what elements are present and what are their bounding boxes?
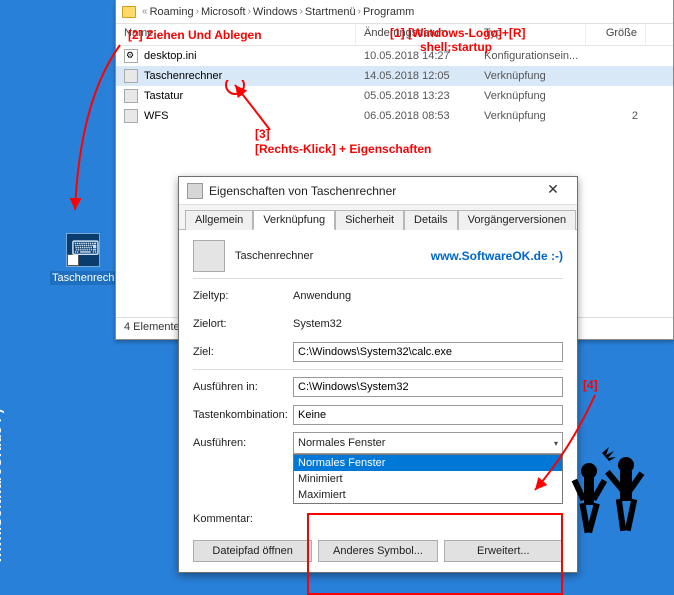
- value-zieltyp: Anwendung: [293, 290, 563, 302]
- tab-vorgaenger[interactable]: Vorgängerversionen: [458, 210, 576, 230]
- file-row[interactable]: desktop.ini10.05.2018 14:27Konfiguration…: [116, 46, 673, 66]
- file-icon: [124, 89, 138, 103]
- file-row[interactable]: WFS06.05.2018 08:53Verknüpfung2: [116, 106, 673, 126]
- calculator-icon: [187, 183, 203, 199]
- dialog-title: Eigenschaften von Taschenrechner: [209, 184, 537, 198]
- label-zieltyp: Zieltyp:: [193, 290, 293, 302]
- dialog-titlebar[interactable]: Eigenschaften von Taschenrechner ✕: [179, 177, 577, 205]
- option-minimiert[interactable]: Minimiert: [294, 471, 562, 487]
- program-icon: [193, 240, 225, 272]
- input-tasten[interactable]: [293, 405, 563, 425]
- button-erweitert[interactable]: Erweitert...: [444, 540, 563, 562]
- file-icon: [124, 49, 138, 63]
- file-row[interactable]: Taschenrechner14.05.2018 12:05Verknüpfun…: [116, 66, 673, 86]
- label-ausfuehren-in: Ausführen in:: [193, 381, 293, 393]
- program-name: Taschenrechner: [235, 250, 313, 262]
- watermark-link: www.SoftwareOK.de :-): [431, 249, 563, 263]
- option-maximiert[interactable]: Maximiert: [294, 487, 562, 503]
- decorative-figures: [554, 443, 664, 563]
- breadcrumb[interactable]: « Roaming› Microsoft› Windows› Startmenü…: [142, 6, 414, 18]
- shortcut-label: Taschenrechner: [50, 271, 116, 285]
- file-icon: [124, 69, 138, 83]
- option-normal[interactable]: Normales Fenster: [294, 455, 562, 471]
- input-ziel[interactable]: [293, 342, 563, 362]
- tab-allgemein[interactable]: Allgemein: [185, 210, 253, 230]
- explorer-toolbar: « Roaming› Microsoft› Windows› Startmenü…: [116, 0, 673, 24]
- tab-verknuepfung[interactable]: Verknüpfung: [253, 210, 335, 230]
- annotation-4: [4]: [583, 378, 598, 392]
- header-size: Größe: [586, 24, 646, 45]
- button-symbol[interactable]: Anderes Symbol...: [318, 540, 437, 562]
- tab-sicherheit[interactable]: Sicherheit: [335, 210, 404, 230]
- folder-icon: [122, 6, 136, 18]
- value-zielort: System32: [293, 318, 563, 330]
- header-type: Typ: [476, 24, 586, 45]
- dropdown-ausfuehren[interactable]: Normales Fenster ▾: [293, 432, 563, 454]
- close-button[interactable]: ✕: [537, 181, 569, 201]
- tab-details[interactable]: Details: [404, 210, 458, 230]
- input-ausfuehren-in[interactable]: [293, 377, 563, 397]
- label-kommentar: Kommentar:: [193, 513, 293, 525]
- label-ziel: Ziel:: [193, 346, 293, 358]
- dropdown-list: Normales Fenster Minimiert Maximiert: [293, 454, 563, 504]
- desktop-watermark: www.SoftwareOK.de :-): [0, 409, 4, 563]
- label-ausfuehren: Ausführen:: [193, 437, 293, 449]
- label-tasten: Tastenkombination:: [193, 409, 293, 421]
- tab-strip: Allgemein Verknüpfung Sicherheit Details…: [179, 205, 577, 230]
- header-modified: Änderungsdatum: [356, 24, 476, 45]
- dropdown-selected-text: Normales Fenster: [298, 437, 385, 449]
- column-headers[interactable]: Name Änderungsdatum Typ Größe: [116, 24, 673, 46]
- header-name: Name: [116, 24, 356, 45]
- desktop-shortcut-taschenrechner[interactable]: Taschenrechner: [50, 233, 116, 285]
- file-list: desktop.ini10.05.2018 14:27Konfiguration…: [116, 46, 673, 126]
- button-dateipfad[interactable]: Dateipfad öffnen: [193, 540, 312, 562]
- calculator-icon: [66, 233, 100, 267]
- properties-dialog: Eigenschaften von Taschenrechner ✕ Allge…: [178, 176, 578, 573]
- file-icon: [124, 109, 138, 123]
- label-zielort: Zielort:: [193, 318, 293, 330]
- file-row[interactable]: Tastatur05.05.2018 13:23Verknüpfung: [116, 86, 673, 106]
